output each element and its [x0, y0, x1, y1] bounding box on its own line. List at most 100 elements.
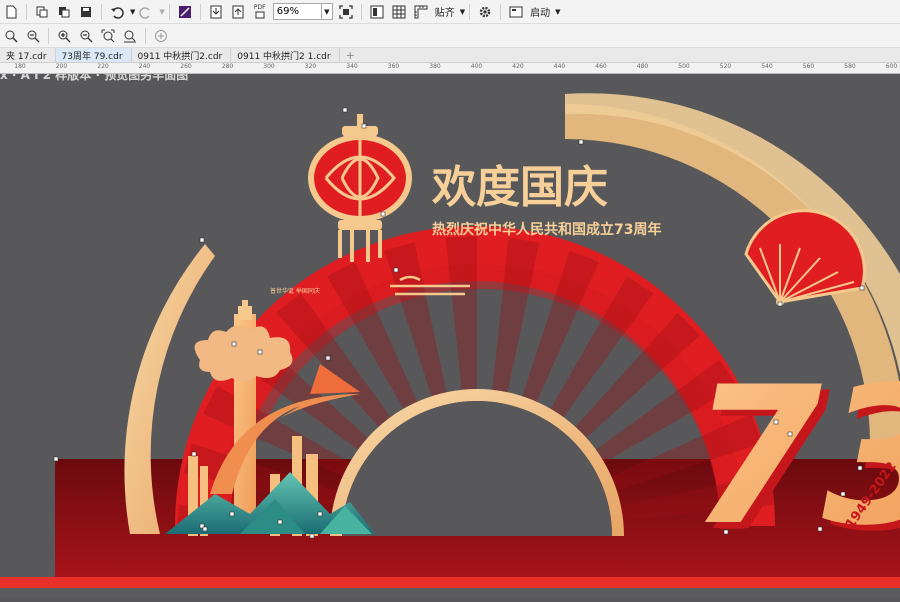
toolbar-separator [145, 27, 146, 44]
add-page-icon[interactable] [151, 26, 171, 46]
ruler-tick-label: 280 [221, 63, 234, 70]
horizontal-ruler[interactable]: 180 200 220 240 260 280 300 320 340 360 380 400 420 4… [0, 63, 900, 74]
tab-document-4[interactable]: 0911 中秋拱门2 1.cdr [231, 48, 340, 62]
floor-shadow [0, 588, 900, 598]
grid-icon[interactable] [389, 2, 409, 22]
undo-icon[interactable] [107, 2, 127, 22]
standard-toolbar: ▼ ▼ PDF 69% ▼ 贴齐 ▼ 启动 ▼ [0, 0, 900, 24]
launch-label[interactable]: 启动 [530, 4, 550, 19]
corel-connect-icon[interactable] [175, 2, 195, 22]
ruler-tick-label: 500 [678, 63, 690, 70]
ruler-tick-label: 540 [761, 63, 773, 70]
toolbar-separator [360, 3, 362, 20]
svg-text:73: 73 [690, 346, 900, 567]
tab-document-3[interactable]: 0911 中秋拱门2.cdr [131, 48, 232, 62]
tab-document-2[interactable]: 73周年 79.cdr [55, 48, 132, 62]
arch-subtitle: 热烈庆祝中华人民共和国成立73周年 [432, 221, 661, 238]
node-handle [857, 465, 863, 471]
arch-small-line: 普世华诞 举国同庆 [270, 287, 320, 295]
node-handle [723, 529, 729, 535]
node-handle [787, 431, 793, 437]
launch-dropdown-icon[interactable]: ▼ [555, 8, 560, 16]
ruler-tick-label: 260 [180, 63, 192, 70]
ruler-tick-label: 200 [55, 63, 68, 70]
node-handle [229, 511, 235, 517]
save-all-icon[interactable] [76, 2, 96, 22]
ruler-tick-label: 480 [636, 63, 649, 70]
ruler-tick-label: 560 [802, 63, 815, 70]
node-handle [317, 511, 323, 517]
full-screen-icon[interactable] [336, 2, 356, 22]
design-artwork[interactable]: x · A I 2 样版本 · 预览图另丰面图 欢度国庆 热烈庆祝中华人民共和国… [0, 67, 900, 598]
node-handle [325, 355, 331, 361]
ruler-tick-label: 340 [346, 63, 358, 70]
node-handle [817, 526, 823, 532]
ruler-tick-label: 580 [844, 63, 856, 70]
document-tabs: 夹 17.cdr 73周年 79.cdr 0911 中秋拱门2.cdr 0911… [0, 48, 900, 63]
snap-dropdown-icon[interactable]: ▼ [460, 8, 465, 16]
arch-title: 欢度国庆 [431, 162, 608, 213]
node-handle [578, 139, 584, 145]
tab-document-1[interactable]: 夹 17.cdr [0, 48, 56, 62]
drawing-canvas[interactable]: x · A I 2 样版本 · 预览图另丰面图 欢度国庆 热烈庆祝中华人民共和国… [0, 67, 900, 598]
launcher-icon[interactable] [506, 2, 526, 22]
toolbar-separator [199, 3, 201, 20]
ruler-tick-label: 400 [470, 63, 483, 70]
wireframe-icon[interactable] [367, 2, 387, 22]
snap-to-label[interactable]: 贴齐 [435, 4, 455, 19]
node-handle [309, 533, 315, 539]
ruler-tick-label: 320 [304, 63, 317, 70]
toolbar-separator [500, 3, 502, 20]
ruler-tick-label: 460 [595, 63, 607, 70]
floor-edge [0, 577, 900, 588]
zoom-level-combo[interactable]: 69% ▼ [272, 3, 333, 20]
chevron-down-icon[interactable]: ▼ [320, 4, 332, 19]
big-73: 73 73 [690, 346, 900, 573]
open-icon[interactable] [32, 2, 52, 22]
zoom-value: 69% [276, 6, 300, 17]
ruler-tick-label: 520 [719, 63, 732, 70]
zoom-fit-icon[interactable] [76, 26, 96, 46]
node-handle [191, 451, 197, 457]
redo-dropdown-icon[interactable]: ▼ [159, 8, 164, 16]
node-handle [202, 526, 208, 532]
zoom-selected-icon[interactable] [54, 26, 74, 46]
toolbar-separator [168, 3, 170, 20]
publish-pdf-icon[interactable]: PDF [250, 2, 270, 22]
node-handle [257, 349, 263, 355]
ruler-tick-label: 360 [387, 63, 400, 70]
ruler-tick-label: 300 [263, 63, 275, 70]
ruler-tick-label: 380 [429, 63, 441, 70]
export-icon[interactable] [228, 2, 248, 22]
new-tab-icon[interactable]: + [340, 49, 361, 62]
zoom-out-icon[interactable] [23, 26, 43, 46]
zoom-width-icon[interactable] [120, 26, 140, 46]
ruler-tick-label: 240 [138, 63, 151, 70]
ruler-tick-label: 220 [97, 63, 109, 70]
node-handle [342, 107, 348, 113]
design-top-note: x · A I 2 样版本 · 预览图另丰面图 [0, 74, 188, 82]
node-handle [777, 301, 783, 307]
save-icon[interactable] [54, 2, 74, 22]
node-handle [231, 341, 237, 347]
node-handle [277, 519, 283, 525]
node-handle [199, 237, 205, 243]
ruler-tick-label: 440 [553, 63, 566, 70]
toolbar-separator [26, 3, 27, 20]
node-handle [361, 123, 367, 129]
undo-dropdown-icon[interactable]: ▼ [130, 8, 135, 16]
import-icon[interactable] [206, 2, 226, 22]
rulers-icon[interactable] [411, 2, 431, 22]
node-handle [53, 456, 59, 462]
node-handle [840, 491, 846, 497]
zoom-page-icon[interactable] [98, 26, 118, 46]
toolbar-separator [469, 3, 471, 20]
zoom-toolbar [0, 24, 900, 48]
node-handle [393, 267, 399, 273]
zoom-in-icon[interactable] [1, 26, 21, 46]
toolbar-separator [101, 3, 102, 20]
redo-icon[interactable] [136, 2, 156, 22]
ruler-tick-label: 420 [512, 63, 524, 70]
new-icon[interactable] [1, 2, 21, 22]
settings-icon[interactable] [475, 2, 495, 22]
